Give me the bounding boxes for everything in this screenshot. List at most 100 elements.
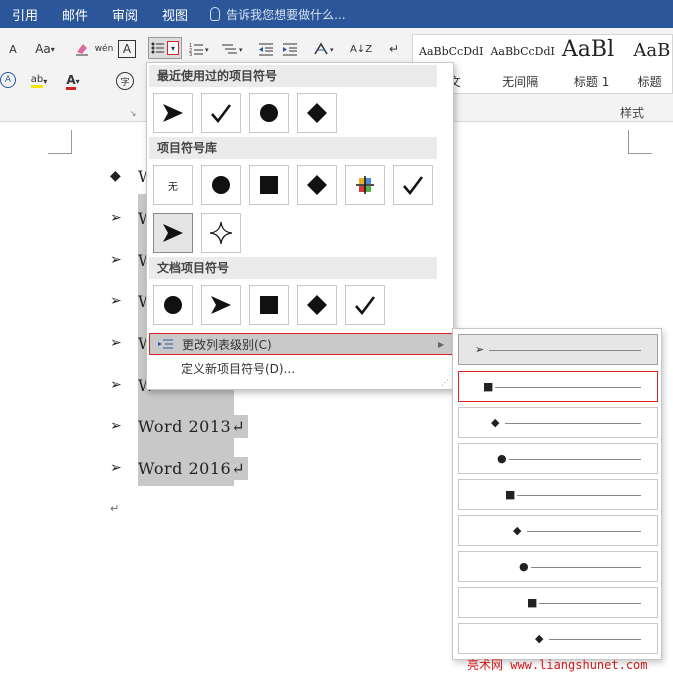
library-bullet-check[interactable] [393, 165, 433, 205]
recent-bullet-check[interactable] [201, 93, 241, 133]
enclose-characters-button[interactable]: 字 [116, 72, 134, 90]
list-level-9[interactable]: ◆ [458, 623, 658, 654]
arrow-bullet-icon [211, 296, 231, 314]
style-heading-1[interactable]: AaBl 标题 1 [556, 35, 627, 93]
check-bullet-icon [355, 296, 375, 315]
document-bullet-diamond[interactable] [297, 285, 337, 325]
site-watermark: 亮术网 www.liangshunet.com [467, 658, 648, 672]
check-bullet-icon [211, 104, 231, 123]
svg-text:3: 3 [189, 52, 192, 56]
styles-group-label: 样式 [620, 106, 645, 120]
recent-bullets-header: 最近使用过的项目符号 [149, 65, 437, 87]
library-bullet-star[interactable] [201, 213, 241, 253]
svg-text:▾: ▾ [330, 46, 334, 54]
document-bullets-header: 文档项目符号 [149, 257, 437, 279]
style-no-spacing[interactable]: AaBbCcDdI 无间隔 [484, 35, 555, 93]
character-border-button[interactable]: A [118, 40, 136, 58]
submenu-arrow-icon: ▶ [438, 339, 445, 349]
list-bullet: ➢ [110, 210, 122, 226]
list-level-8[interactable]: ■ [458, 587, 658, 618]
tell-me-box[interactable]: 告诉我您想要做什么... [210, 6, 346, 23]
tab-view[interactable]: 视图 [150, 5, 200, 24]
bullets-button[interactable]: ▾ [148, 37, 182, 59]
list-bullet: ➢ [110, 377, 122, 393]
list-bullet: ➢ [110, 418, 122, 434]
circle-bullet-icon [164, 296, 182, 314]
bullet-list-icon [151, 42, 164, 54]
arrow-bullet-icon [163, 104, 183, 122]
arrow-bullet-icon [163, 224, 183, 242]
numbering-button[interactable]: 123 ▾ [186, 38, 214, 60]
chinese-layout-icon[interactable]: ▾ [310, 38, 340, 60]
list-item[interactable]: ➢ Word 2016↵ [110, 456, 249, 480]
list-level-4[interactable]: ● [458, 443, 658, 474]
ribbon-tab-bar: 引用 邮件 审阅 视图 告诉我您想要做什么... [0, 0, 673, 28]
library-bullet-none[interactable]: 无 [153, 165, 193, 205]
bullet-library-dropdown: 最近使用过的项目符号 项目符号库 无 文档项目符号 更改列表级别(C) ▶ 定义… [146, 62, 454, 390]
increase-indent-icon[interactable] [280, 38, 300, 60]
grow-font-button[interactable]: A [4, 38, 22, 60]
list-level-7[interactable]: ● [458, 551, 658, 582]
check-bullet-icon [403, 176, 423, 195]
bullets-dropdown-arrow[interactable]: ▾ [167, 41, 179, 55]
resize-grip-icon[interactable]: ⋰ [441, 378, 449, 387]
colored-plus-bullet-icon [356, 176, 374, 194]
margin-corner-left [48, 130, 72, 154]
style-title[interactable]: AaB 标题 [627, 35, 672, 93]
library-bullet-square[interactable] [249, 165, 289, 205]
list-level-3[interactable]: ◆ [458, 407, 658, 438]
numbered-list-icon: 123 ▾ [189, 43, 209, 56]
tab-mailings[interactable]: 邮件 [50, 5, 100, 24]
list-bullet: ➢ [110, 335, 122, 351]
list-level-5[interactable]: ■ [458, 479, 658, 510]
diamond-bullet-icon [307, 103, 327, 123]
list-level-submenu: ➢ ■ ◆ ● ■ ◆ ● ■ ◆ [452, 328, 662, 660]
list-bullet: ➢ [110, 252, 122, 268]
multilevel-list-icon: ▾ [222, 44, 243, 54]
paragraph-mark: ↵ [110, 502, 120, 515]
list-level-6[interactable]: ◆ [458, 515, 658, 546]
decrease-indent-icon[interactable] [256, 38, 276, 60]
list-level-1[interactable]: ➢ [458, 334, 658, 365]
diamond-bullet-icon [307, 175, 327, 195]
document-bullet-check[interactable] [345, 285, 385, 325]
font-dialog-launcher[interactable]: ↘ [128, 108, 138, 118]
list-bullet: ➢ [110, 460, 122, 476]
text-effects-button[interactable]: A [0, 72, 16, 88]
star-bullet-icon [209, 221, 233, 245]
change-list-level-menu-item[interactable]: 更改列表级别(C) ▶ [149, 333, 453, 355]
document-bullet-arrow[interactable] [201, 285, 241, 325]
highlight-button[interactable]: ab ▾ [24, 70, 54, 92]
recent-bullet-circle[interactable] [249, 93, 289, 133]
tab-references[interactable]: 引用 [0, 5, 50, 24]
tell-me-text: 告诉我您想要做什么... [226, 7, 346, 22]
diamond-bullet-icon [307, 295, 327, 315]
change-case-button[interactable]: Aa ▾ [28, 38, 62, 60]
list-level-icon [150, 338, 182, 350]
bullet-library-header: 项目符号库 [149, 137, 437, 159]
svg-text:▾: ▾ [239, 46, 243, 54]
document-bullet-square[interactable] [249, 285, 289, 325]
list-bullet: ◆ [110, 168, 121, 184]
document-bullet-circle[interactable] [153, 285, 193, 325]
multilevel-list-button[interactable]: ▾ [218, 38, 248, 60]
list-item[interactable]: ➢ Word 2013↵ [110, 414, 249, 438]
library-bullet-diamond[interactable] [297, 165, 337, 205]
sort-button[interactable]: A↓Z [350, 38, 372, 60]
phonetic-guide-button[interactable]: wén [94, 38, 114, 60]
tab-review[interactable]: 审阅 [100, 5, 150, 24]
library-bullet-colored-plus[interactable] [345, 165, 385, 205]
recent-bullet-diamond[interactable] [297, 93, 337, 133]
show-marks-button[interactable]: ↵ [384, 38, 404, 60]
library-bullet-arrow[interactable] [153, 213, 193, 253]
list-bullet: ➢ [110, 293, 122, 309]
font-color-button[interactable]: A ▾ [58, 70, 88, 92]
clear-formatting-icon[interactable] [72, 38, 92, 60]
list-level-2[interactable]: ■ [458, 371, 658, 402]
square-bullet-icon [260, 296, 278, 314]
define-new-bullet-menu-item[interactable]: 定义新项目符号(D)... [149, 357, 453, 379]
margin-corner-right [628, 130, 652, 154]
library-bullet-circle[interactable] [201, 165, 241, 205]
square-bullet-icon [260, 176, 278, 194]
recent-bullet-arrow[interactable] [153, 93, 193, 133]
